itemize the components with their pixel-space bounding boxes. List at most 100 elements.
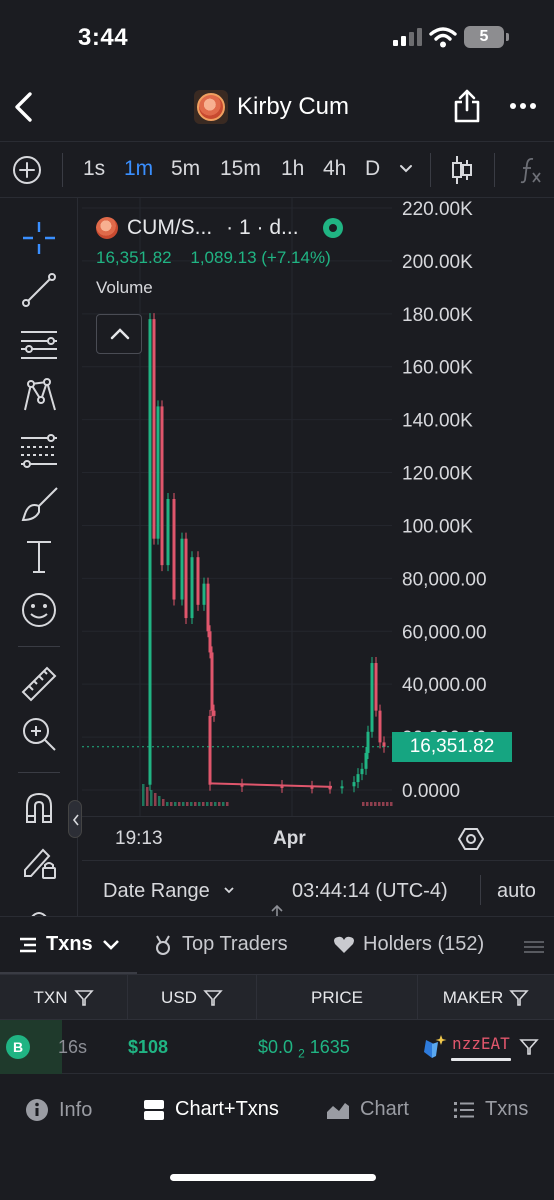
magnet-icon[interactable] [19, 788, 59, 828]
y-tick-label: 0.0000 [402, 781, 460, 802]
nav-chart-txns[interactable]: Chart+Txns [143, 1098, 279, 1121]
timeframe-5m[interactable]: 5m [171, 157, 200, 181]
y-tick-label: 60,000.00 [402, 622, 487, 643]
filter-icon[interactable] [203, 989, 223, 1007]
timeframe-15m[interactable]: 15m [220, 157, 261, 181]
home-indicator [170, 1174, 376, 1181]
nav-txns[interactable]: Txns [453, 1098, 528, 1121]
more-options-icon[interactable] [508, 94, 538, 118]
filter-icon[interactable] [73, 989, 94, 1007]
token-logo [96, 217, 118, 239]
volume-bar [390, 802, 393, 806]
timeframe-4h[interactable]: 4h [323, 157, 346, 181]
column-header-price[interactable]: PRICE [257, 975, 418, 1021]
zoom-in-icon[interactable] [19, 714, 59, 754]
nav-header: Kirby Cum [0, 72, 554, 142]
back-chevron-icon[interactable] [12, 91, 36, 123]
toolbar-divider [430, 153, 431, 187]
nav-chart[interactable]: Chart [326, 1098, 409, 1121]
nav-label: Txns [485, 1098, 529, 1120]
crosshair-icon[interactable] [19, 218, 59, 258]
text-tool-icon[interactable] [19, 536, 59, 576]
y-tick-label: 180.00K [402, 305, 473, 326]
price-tail: 1635 [309, 1037, 350, 1057]
volume-bar [154, 793, 157, 806]
volume-bar [194, 802, 197, 806]
more-tabs-icon[interactable] [522, 937, 546, 957]
maker-address[interactable]: nzzEAT [452, 1034, 510, 1053]
trend-line-icon[interactable] [19, 270, 59, 310]
time-tick-label: 19:13 [115, 828, 163, 849]
volume-bar [210, 802, 213, 806]
txn-age: 16s [58, 1037, 88, 1057]
share-icon[interactable] [452, 88, 482, 124]
emoji-icon[interactable] [19, 590, 59, 630]
toolbar-divider [62, 153, 63, 187]
column-label: TXN [33, 988, 68, 1007]
buy-badge: B [6, 1035, 30, 1059]
sparkle-icon [424, 1035, 447, 1058]
ruler-icon[interactable] [19, 662, 59, 702]
tab-txns[interactable]: Txns [18, 933, 121, 956]
column-label: PRICE [311, 988, 363, 1007]
date-range-button[interactable]: Date Range [103, 880, 210, 903]
list-icon [20, 937, 36, 952]
timeframe-toolbar: 1s 1m 5m 15m 1h 4h D [0, 142, 554, 198]
timeframe-1s[interactable]: 1s [83, 157, 105, 181]
timeframe-1m[interactable]: 1m [124, 157, 153, 181]
nav-label: Info [59, 1098, 93, 1121]
pattern-icon[interactable] [19, 376, 59, 416]
nav-label: Chart+Txns [175, 1098, 279, 1120]
tab-top-traders[interactable]: Top Traders [152, 933, 288, 956]
chart-legend: CUM/S... · 1 · d... 16,351.82 1,089.13 (… [96, 216, 345, 298]
volume-bar [382, 802, 385, 806]
nav-info[interactable]: Info [25, 1098, 92, 1122]
lock-drawing-icon[interactable] [19, 842, 59, 882]
toolbar-divider [18, 772, 60, 773]
y-tick-label: 220.00K [402, 199, 473, 220]
maker-underline [451, 1058, 511, 1061]
add-indicator-icon[interactable] [12, 155, 42, 185]
volume-bar [142, 784, 145, 806]
legend-collapse-button[interactable] [96, 314, 142, 354]
column-header-maker[interactable]: MAKER [418, 975, 554, 1021]
volume-bar [370, 802, 373, 806]
area-chart-icon [327, 1102, 349, 1119]
fib-retracement-icon[interactable] [19, 430, 59, 470]
price-chart[interactable]: 220.00K 200.00K 180.00K 160.00K 140.00K 120.0… [82, 198, 554, 816]
page-title: Kirby Cum [237, 93, 350, 120]
brush-icon[interactable] [19, 484, 59, 524]
timeframe-1h[interactable]: 1h [281, 157, 304, 181]
timeframe-d[interactable]: D [365, 157, 380, 181]
tab-holders[interactable]: Holders (152) [333, 933, 484, 956]
bottom-nav: Info Chart+Txns Chart Txns [0, 1074, 554, 1200]
horizontal-lines-icon[interactable] [19, 324, 59, 364]
column-header-usd[interactable]: USD [128, 975, 257, 1021]
filter-icon[interactable] [519, 1038, 539, 1056]
cellular-signal-icon [393, 28, 422, 46]
volume-bar [214, 802, 217, 806]
battery-indicator: 5 [464, 26, 504, 48]
volume-bar [198, 802, 201, 806]
column-header-txn[interactable]: TXN [0, 975, 128, 1021]
candlestick-type-icon[interactable] [450, 154, 474, 186]
auto-scale-button[interactable]: auto [497, 880, 536, 903]
status-bar: 3:44 5 [0, 0, 554, 72]
divider [480, 875, 481, 905]
timezone-clock[interactable]: 03:44:14 (UTC-4) [292, 880, 448, 903]
time-axis[interactable]: 19:13 Apr [82, 816, 554, 860]
time-tick-label: Apr [273, 828, 306, 849]
volume-bar [222, 802, 225, 806]
volume-bar [178, 802, 181, 806]
formula-icon[interactable] [518, 156, 544, 184]
legend-symbol: CUM/S... [127, 216, 213, 239]
volume-bar [186, 802, 189, 806]
chevron-down-icon[interactable] [398, 162, 414, 176]
table-row[interactable]: B 16s $108 $0.0 2 1635 nzzEAT [0, 1020, 554, 1074]
y-tick-label: 200.00K [402, 252, 473, 273]
filter-icon[interactable] [509, 989, 529, 1007]
volume-bar [218, 802, 221, 806]
chevron-down-icon[interactable] [223, 885, 235, 895]
settings-icon[interactable] [458, 826, 484, 852]
toolbar-collapse-button[interactable] [68, 800, 82, 838]
